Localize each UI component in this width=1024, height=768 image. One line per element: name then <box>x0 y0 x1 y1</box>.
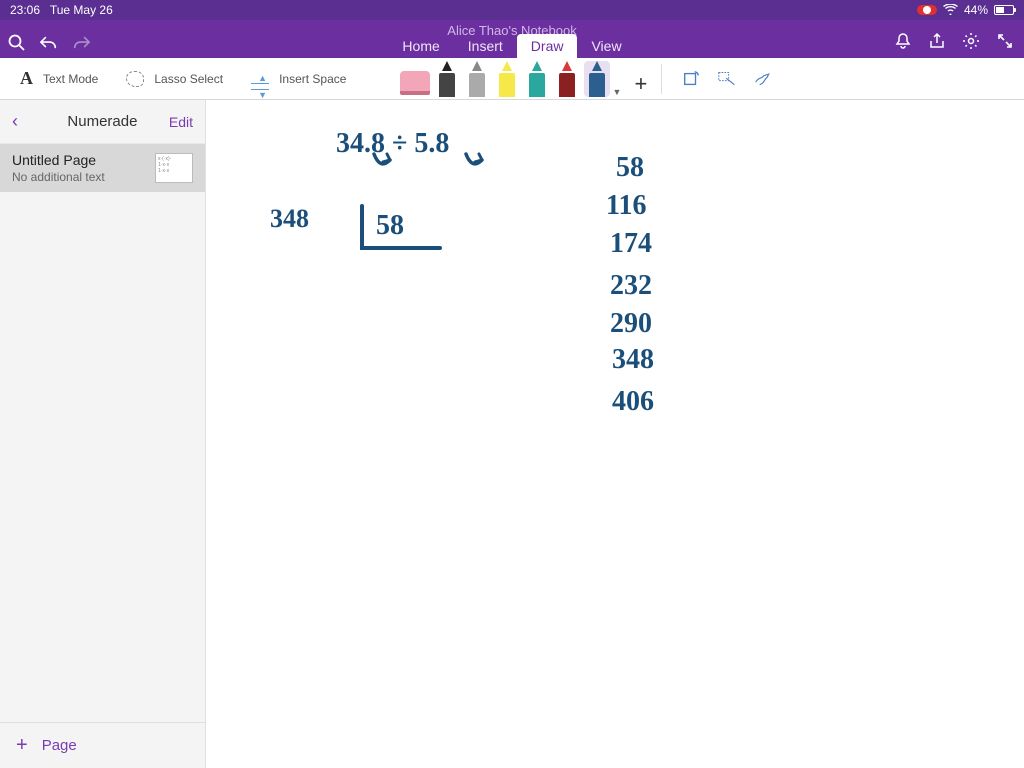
ink-multiple-7: 406 <box>612 386 654 418</box>
highlighter-yellow[interactable] <box>494 61 520 97</box>
page-thumbnail: x·(·x)·1·x·x1·x·x <box>155 153 193 183</box>
lasso-label: Lasso Select <box>154 72 223 86</box>
ink-multiple-1: 58 <box>616 152 644 184</box>
pen-gallery: ▼ + <box>400 61 655 97</box>
wifi-icon <box>943 3 958 18</box>
ribbon-tabs: Home Insert Draw View <box>0 34 1024 58</box>
back-chevron-icon[interactable]: ‹ <box>12 111 18 132</box>
fullscreen-icon[interactable] <box>996 32 1014 50</box>
ink-replay-icon[interactable] <box>754 70 772 88</box>
ink-to-shape-icon[interactable] <box>682 70 700 88</box>
add-page-button[interactable]: + Page <box>0 722 205 768</box>
page-subtitle: No additional text <box>12 170 147 184</box>
ink-arrows <box>366 150 506 174</box>
status-date: Tue May 26 <box>50 3 113 17</box>
recording-indicator-icon <box>917 5 937 15</box>
tab-draw[interactable]: Draw <box>517 34 578 58</box>
note-canvas[interactable]: 34.8 ÷ 5.8 348 58 58 116 174 232 290 348… <box>206 100 1024 768</box>
ink-multiple-6: 348 <box>612 344 654 376</box>
page-title: Untitled Page <box>12 152 147 168</box>
page-list-item[interactable]: Untitled Page No additional text x·(·x)·… <box>0 144 205 192</box>
share-icon[interactable] <box>928 32 946 50</box>
pen-black[interactable] <box>434 61 460 97</box>
insert-space-tool[interactable]: ▲▼ Insert Space <box>237 72 360 86</box>
ink-multiple-3: 174 <box>610 228 652 260</box>
ink-multiple-4: 232 <box>610 270 652 302</box>
section-title: Numerade <box>36 113 169 130</box>
ink-multiple-5: 290 <box>610 308 652 340</box>
ink-division-bracket <box>354 200 454 260</box>
app-header: Alice Thao's Notebook Home Insert Draw V… <box>0 20 1024 58</box>
ink-divisor: 58 <box>376 210 404 242</box>
tab-insert[interactable]: Insert <box>454 34 517 58</box>
pen-red[interactable] <box>554 61 580 97</box>
lasso-icon <box>126 71 144 87</box>
text-mode-icon: A <box>20 68 33 89</box>
pen-gray[interactable] <box>464 61 490 97</box>
tab-home[interactable]: Home <box>388 34 453 58</box>
eraser-tool[interactable] <box>400 71 430 95</box>
ipad-status-bar: 23:06 Tue May 26 44% <box>0 0 1024 20</box>
settings-gear-icon[interactable] <box>962 32 980 50</box>
ink-to-math-icon[interactable] <box>718 70 736 88</box>
edit-button[interactable]: Edit <box>169 114 193 130</box>
ink-multiple-2: 116 <box>606 190 646 222</box>
highlighter-teal[interactable] <box>524 61 550 97</box>
text-mode-label: Text Mode <box>43 72 98 86</box>
notifications-icon[interactable] <box>894 32 912 50</box>
pen-options-dropdown-icon[interactable]: ▼ <box>612 87 622 97</box>
pages-sidebar: ‹ Numerade Edit Untitled Page No additio… <box>0 100 206 768</box>
battery-icon <box>994 5 1014 15</box>
tab-view[interactable]: View <box>577 34 635 58</box>
insert-space-label: Insert Space <box>279 72 346 86</box>
draw-toolbar: A Text Mode Lasso Select ▲▼ Insert Space… <box>0 58 1024 100</box>
sidebar-header: ‹ Numerade Edit <box>0 100 205 144</box>
battery-pct: 44% <box>964 3 988 17</box>
add-pen-button[interactable]: + <box>626 71 655 97</box>
ink-dividend: 348 <box>270 204 309 234</box>
status-time: 23:06 <box>10 3 40 17</box>
add-page-label: Page <box>42 737 77 754</box>
toolbar-separator <box>661 64 662 94</box>
lasso-tool[interactable]: Lasso Select <box>112 71 237 87</box>
status-time-date: 23:06 Tue May 26 <box>10 3 113 17</box>
plus-icon: + <box>16 734 28 757</box>
pen-blue[interactable] <box>584 61 610 97</box>
text-mode-tool[interactable]: A Text Mode <box>6 68 112 89</box>
